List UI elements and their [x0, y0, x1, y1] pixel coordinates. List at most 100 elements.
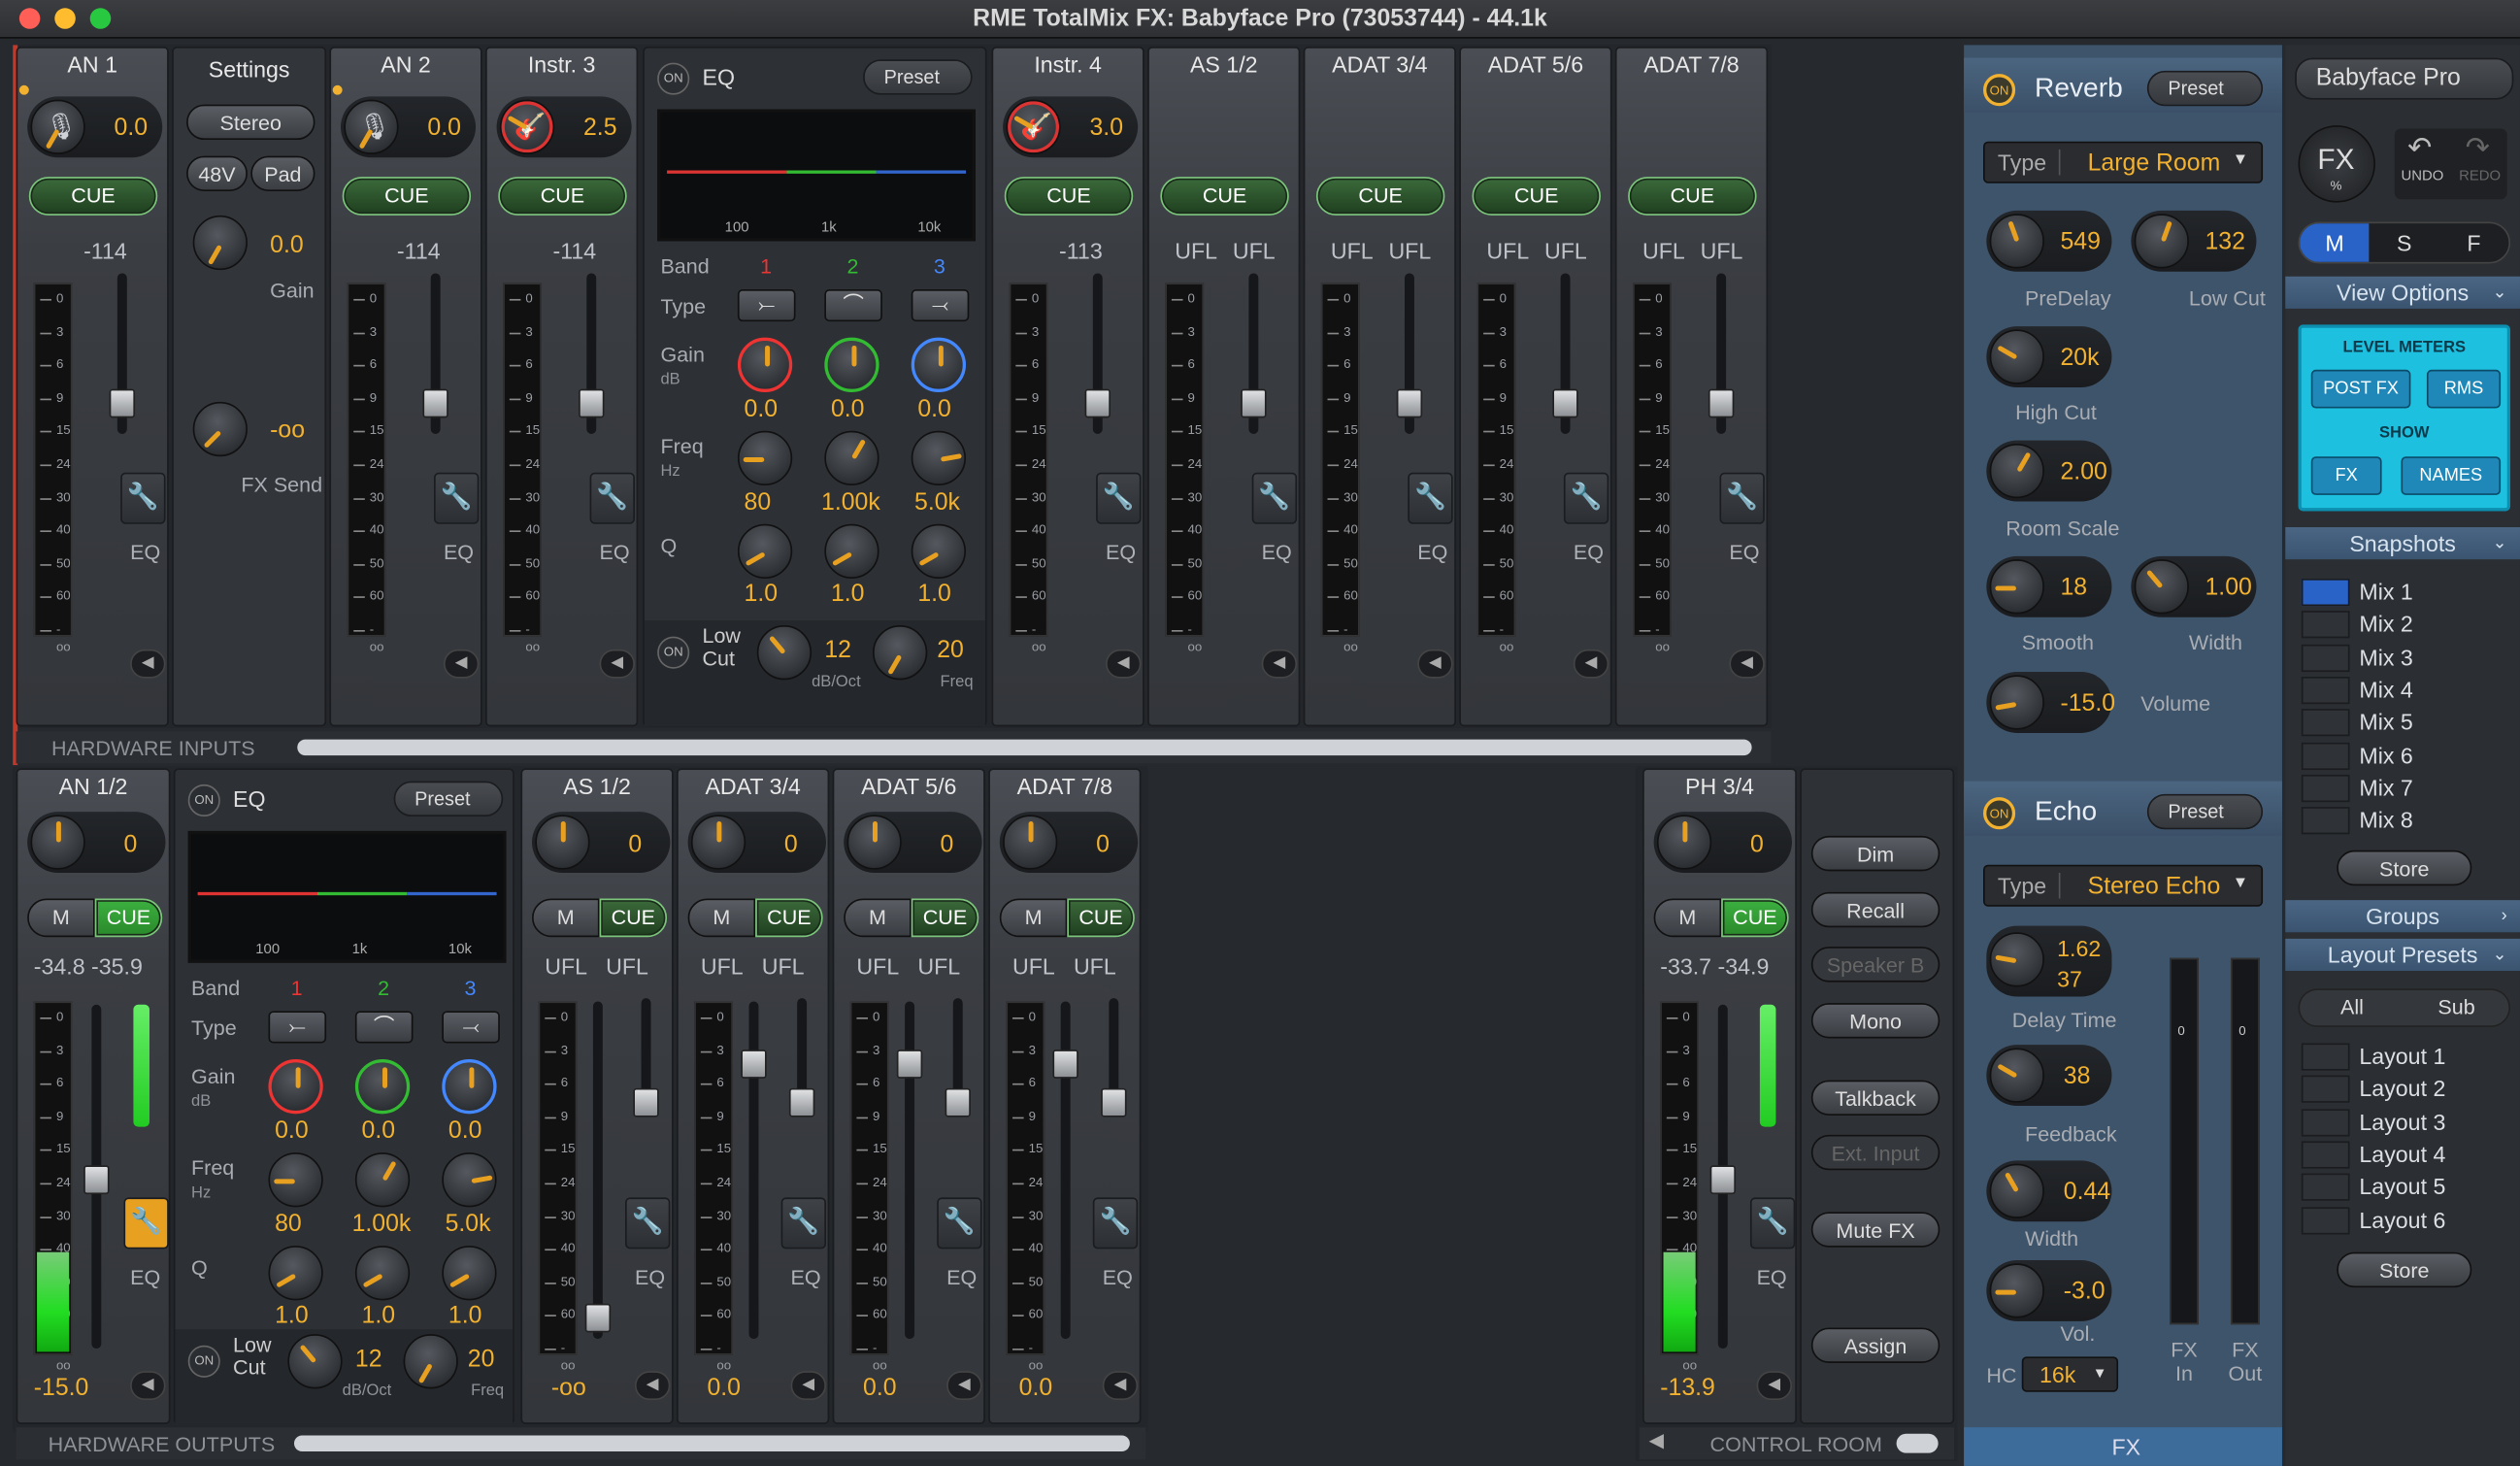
output-fader[interactable] — [1709, 1165, 1737, 1195]
undo-button[interactable]: UNDO — [2401, 167, 2443, 183]
output-fader[interactable] — [741, 1050, 767, 1079]
minimize-window-button[interactable] — [54, 8, 76, 29]
eq-button[interactable]: EQ — [600, 540, 630, 564]
control-room-collapse-icon[interactable]: ◀ — [1649, 1429, 1664, 1451]
eq-button[interactable]: EQ — [130, 1265, 160, 1289]
snapshot-item[interactable]: Mix 8 — [2301, 806, 2510, 836]
eq-preset-dropdown[interactable]: Preset — [393, 781, 504, 817]
output-pan-fader[interactable] — [633, 1087, 659, 1117]
collapse-arrow-icon[interactable]: ◀ — [1573, 649, 1609, 679]
settings-wrench-icon[interactable]: 🔧 — [625, 1197, 671, 1249]
band-gain-knob[interactable] — [911, 337, 967, 392]
echo-feedback-knob[interactable] — [1989, 1048, 2044, 1103]
collapse-arrow-icon[interactable]: ◀ — [1729, 649, 1765, 679]
post-fx-button[interactable]: POST FX — [2310, 369, 2411, 409]
peak-filter-icon[interactable]: ⌒ — [354, 1011, 414, 1044]
settings-wrench-icon[interactable]: 🔧 — [1749, 1197, 1796, 1249]
eq-on-button[interactable]: ON — [657, 62, 690, 95]
cue-button[interactable]: CUE — [1004, 177, 1134, 216]
cue-button[interactable]: CUE — [1315, 177, 1445, 216]
output-fader[interactable] — [83, 1165, 110, 1195]
cue-button[interactable]: CUE — [28, 177, 158, 216]
control-room-assign-button[interactable]: Assign — [1810, 1327, 1940, 1363]
settings-wrench-icon[interactable]: 🔧 — [120, 472, 166, 524]
low-cut-slope-knob[interactable] — [756, 625, 812, 681]
output-pan-fader[interactable] — [1101, 1087, 1127, 1117]
control-room-dim-button[interactable]: Dim — [1810, 835, 1940, 872]
eq-button[interactable]: EQ — [1574, 540, 1604, 564]
high-shelf-filter-icon[interactable]: ⤙ — [442, 1011, 500, 1044]
eq-button[interactable]: EQ — [1106, 540, 1136, 564]
low-cut-freq-knob[interactable] — [872, 625, 928, 681]
cue-button[interactable]: CUE — [1472, 177, 1601, 216]
cue-button[interactable]: CUE — [1067, 898, 1135, 938]
mute-button[interactable]: M — [844, 898, 912, 938]
low-shelf-filter-icon[interactable]: ⤚ — [268, 1011, 327, 1044]
pan-knob[interactable] — [30, 815, 85, 870]
eq-button[interactable]: EQ — [1103, 1265, 1133, 1289]
band-gain-knob[interactable] — [268, 1059, 323, 1115]
collapse-arrow-icon[interactable]: ◀ — [1417, 649, 1453, 679]
pan-knob[interactable] — [535, 815, 590, 870]
echo-vol-knob[interactable] — [1989, 1263, 2044, 1318]
mute-button[interactable]: M — [1653, 898, 1722, 938]
mute-button[interactable]: M — [532, 898, 600, 938]
control-room-ext-input-button[interactable]: Ext. Input — [1810, 1134, 1940, 1171]
output-pan-fader[interactable] — [788, 1087, 815, 1117]
collapse-arrow-icon[interactable]: ◀ — [1102, 1371, 1139, 1401]
low-cut-on-button[interactable]: ON — [187, 1345, 220, 1378]
reverb-roomscale-knob[interactable] — [1989, 443, 2044, 499]
snapshot-item[interactable]: Mix 3 — [2301, 643, 2510, 673]
48v-button[interactable]: 48V — [186, 155, 248, 192]
layout-all-button[interactable]: All — [2300, 990, 2404, 1025]
settings-wrench-icon[interactable]: 🔧 — [1096, 472, 1142, 524]
eq-preset-dropdown[interactable]: Preset — [863, 59, 973, 95]
band-freq-knob[interactable] — [268, 1152, 323, 1208]
collapse-arrow-icon[interactable]: ◀ — [1756, 1371, 1792, 1401]
layout-item[interactable]: Layout 4 — [2301, 1140, 2510, 1170]
input-fader[interactable] — [1396, 388, 1423, 418]
device-selector[interactable]: Babyface Pro — [2295, 57, 2514, 100]
control-room-scroll[interactable] — [1896, 1433, 1939, 1453]
fx-master-button[interactable]: FX% — [2298, 125, 2375, 203]
echo-on-button[interactable]: ON — [1983, 797, 2016, 830]
collapse-arrow-icon[interactable]: ◀ — [130, 1371, 166, 1401]
reverb-preset-dropdown[interactable]: Preset — [2146, 70, 2264, 107]
settings-wrench-icon[interactable]: 🔧 — [1563, 472, 1609, 524]
pan-knob[interactable] — [1003, 815, 1058, 870]
settings-wrench-icon[interactable]: 🔧 — [123, 1197, 169, 1249]
settings-wrench-icon[interactable]: 🔧 — [1092, 1197, 1139, 1249]
mic-gain-knob[interactable]: 🎙 — [30, 99, 85, 154]
snapshot-store-button[interactable]: Store — [2337, 850, 2472, 886]
band-freq-knob[interactable] — [911, 430, 967, 485]
mic-gain-knob[interactable]: 🎙 — [344, 99, 399, 154]
settings-wrench-icon[interactable]: 🔧 — [1408, 472, 1453, 524]
settings-wrench-icon[interactable]: 🔧 — [937, 1197, 982, 1249]
settings-wrench-icon[interactable]: 🔧 — [1719, 472, 1765, 524]
snapshots-header[interactable]: Snapshots ⌄ — [2285, 527, 2520, 560]
cue-button[interactable]: CUE — [599, 898, 668, 938]
input-fader[interactable] — [579, 388, 605, 418]
band-gain-knob[interactable] — [824, 337, 879, 392]
reverb-volume-knob[interactable] — [1989, 675, 2044, 730]
show-fx-button[interactable]: FX — [2310, 456, 2382, 495]
eq-on-button[interactable]: ON — [187, 783, 220, 817]
mute-button[interactable]: M — [27, 898, 95, 938]
input-fader[interactable] — [1084, 388, 1111, 418]
eq-button[interactable]: EQ — [1729, 540, 1759, 564]
input-fader[interactable] — [1241, 388, 1267, 418]
band-freq-knob[interactable] — [442, 1152, 497, 1208]
layout-item[interactable]: Layout 2 — [2301, 1074, 2510, 1104]
collapse-arrow-icon[interactable]: ◀ — [634, 1371, 671, 1401]
eq-button[interactable]: EQ — [1262, 540, 1292, 564]
instrument-gain-knob[interactable]: 🎸 — [1006, 99, 1061, 154]
echo-hc-dropdown[interactable]: 16k ▼ — [2021, 1356, 2119, 1392]
eq-button[interactable]: EQ — [635, 1265, 665, 1289]
band-q-knob[interactable] — [737, 523, 793, 580]
control-room-mono-button[interactable]: Mono — [1810, 1003, 1940, 1039]
msf-s-button[interactable]: S — [2370, 223, 2439, 262]
output-fader[interactable] — [896, 1050, 923, 1079]
high-shelf-filter-icon[interactable]: ⤙ — [911, 289, 970, 322]
low-shelf-filter-icon[interactable]: ⤚ — [737, 289, 796, 322]
echo-type-dropdown[interactable]: Type Stereo Echo ▼ — [1983, 864, 2264, 907]
